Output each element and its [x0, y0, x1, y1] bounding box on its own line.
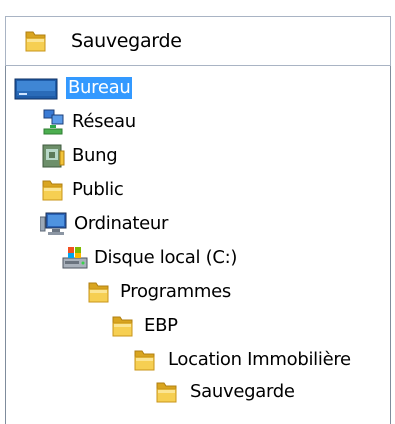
list-item-label: Sauvegarde [190, 381, 295, 402]
folder-icon [23, 28, 49, 54]
desktop-icon [14, 76, 58, 102]
location-dropdown-list: Bureau Réseau Bung Public Ordinateur Dis… [5, 66, 391, 424]
list-item-label: Public [72, 179, 124, 200]
folder-icon [132, 347, 158, 373]
list-item-label: Disque local (C:) [94, 247, 238, 268]
folder-icon [86, 279, 112, 305]
selected-location-label: Sauvegarde [71, 30, 182, 52]
computer-icon [40, 211, 68, 237]
list-item-label: EBP [144, 315, 178, 336]
list-item-label: Bung [72, 145, 118, 166]
list-item-label: Bureau [66, 77, 133, 99]
list-item-label: Programmes [120, 281, 231, 302]
folder-icon [154, 379, 180, 405]
folder-icon [110, 313, 136, 339]
list-item-label: Ordinateur [74, 213, 169, 234]
list-item-label: Réseau [72, 111, 136, 132]
folder-picker: Sauvegarde Bureau Réseau Bung Public Ord… [0, 0, 395, 424]
drive-icon [62, 245, 88, 271]
network-icon [40, 109, 66, 135]
location-combo-box[interactable]: Sauvegarde [5, 16, 391, 66]
folder-icon [40, 177, 66, 203]
user-folder-icon [40, 143, 66, 169]
list-item-label: Location Immobilière [168, 349, 351, 370]
